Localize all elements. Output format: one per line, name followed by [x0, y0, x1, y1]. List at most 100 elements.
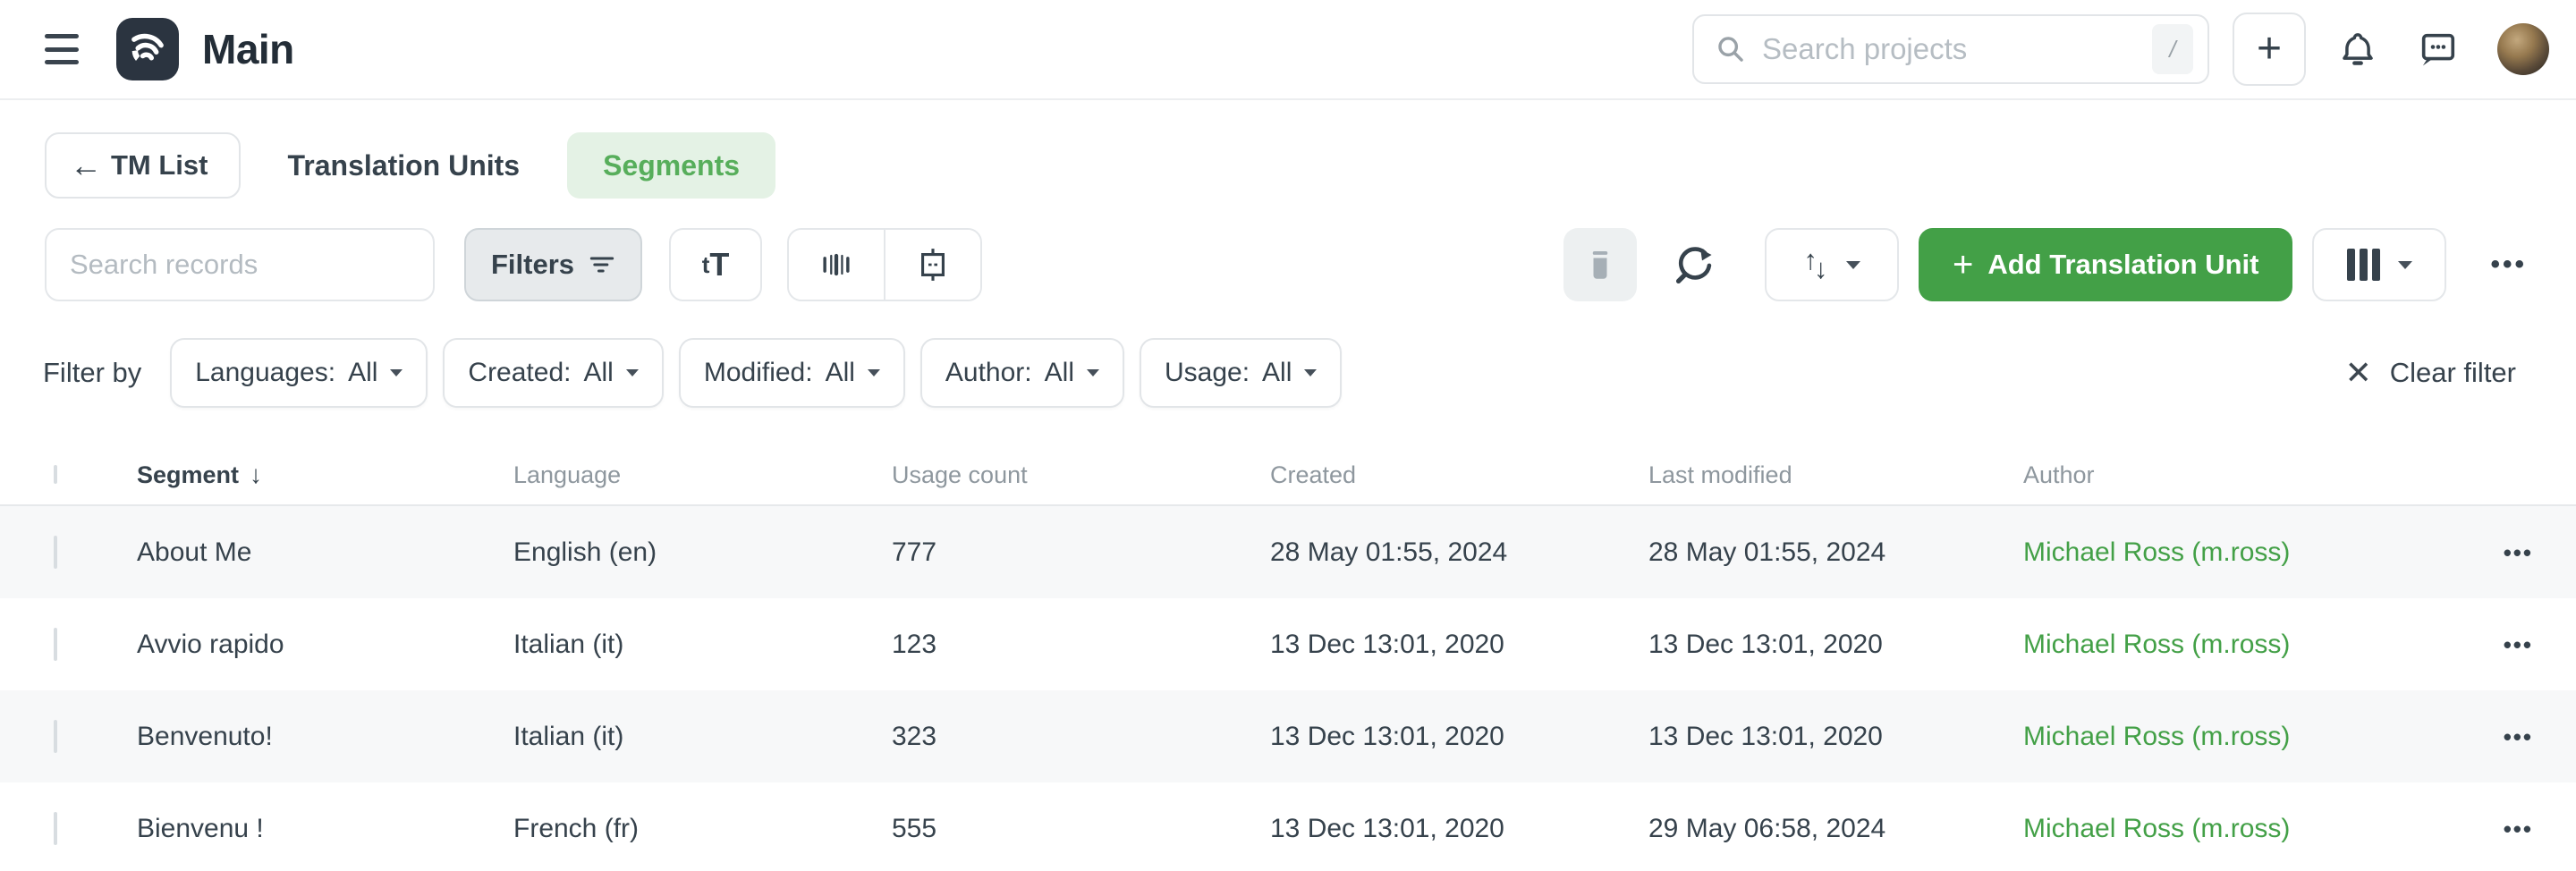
cell-usage-count: 777 — [892, 537, 1270, 568]
row-more-button[interactable]: ••• — [2504, 723, 2533, 751]
filter-author[interactable]: Author: All — [920, 338, 1124, 408]
cell-author-link[interactable]: Michael Ross (m.ross) — [2023, 630, 2496, 660]
barcode-view-button[interactable] — [789, 230, 884, 300]
sort-arrows-icon: ↑↓ — [1804, 249, 1828, 281]
filter-modified[interactable]: Modified: All — [679, 338, 905, 408]
user-avatar[interactable] — [2497, 23, 2549, 75]
column-header-author[interactable]: Author — [2023, 461, 2496, 489]
frame-view-button[interactable] — [886, 230, 980, 300]
cell-usage-count: 323 — [892, 722, 1270, 752]
selection-frame-icon — [915, 247, 951, 283]
column-header-last-modified[interactable]: Last modified — [1648, 461, 2023, 489]
segments-table: Segment ↓ Language Usage count Created L… — [0, 445, 2576, 871]
cell-author-link[interactable]: Michael Ross (m.ross) — [2023, 814, 2496, 844]
filter-created[interactable]: Created: All — [443, 338, 663, 408]
cell-last-modified: 29 May 06:58, 2024 — [1648, 814, 2023, 844]
cell-author-link[interactable]: Michael Ross (m.ross) — [2023, 537, 2496, 568]
cell-created: 13 Dec 13:01, 2020 — [1270, 814, 1648, 844]
table-row[interactable]: Avvio rapido Italian (it) 123 13 Dec 13:… — [0, 598, 2576, 690]
row-checkbox[interactable] — [54, 536, 57, 569]
refresh-records-button[interactable] — [1674, 244, 1716, 285]
row-more-button[interactable]: ••• — [2504, 816, 2533, 843]
tab-segments[interactable]: Segments — [567, 132, 775, 199]
row-checkbox[interactable] — [54, 812, 57, 845]
cell-author-link[interactable]: Michael Ross (m.ross) — [2023, 722, 2496, 752]
add-translation-unit-button[interactable]: + Add Translation Unit — [1919, 228, 2292, 301]
feedback-button[interactable] — [2417, 29, 2458, 70]
back-button-label: TM List — [111, 149, 208, 182]
cell-created: 13 Dec 13:01, 2020 — [1270, 722, 1648, 752]
sort-order-button[interactable]: ↑↓ — [1765, 228, 1899, 301]
chevron-down-icon — [2398, 261, 2412, 269]
cell-segment: Benvenuto! — [137, 722, 513, 752]
view-tabs: ← TM List Translation Units Segments — [45, 132, 2576, 199]
filter-created-value: All — [583, 358, 613, 388]
filter-lines-icon — [589, 252, 615, 277]
row-more-button[interactable]: ••• — [2504, 631, 2533, 659]
filters-button[interactable]: Filters — [464, 228, 642, 301]
cell-language: Italian (it) — [513, 630, 892, 660]
chevron-down-icon — [626, 369, 639, 376]
sort-descending-icon: ↓ — [250, 461, 262, 489]
view-mode-group — [787, 228, 982, 301]
table-header-row: Segment ↓ Language Usage count Created L… — [0, 445, 2576, 506]
app-header: Main / + — [0, 0, 2576, 100]
trash-icon — [1584, 247, 1616, 283]
app-logo[interactable] — [116, 18, 179, 80]
column-header-segment[interactable]: Segment ↓ — [137, 461, 513, 489]
cell-language: English (en) — [513, 537, 892, 568]
cell-usage-count: 555 — [892, 814, 1270, 844]
filter-usage[interactable]: Usage: All — [1140, 338, 1342, 408]
create-project-button[interactable]: + — [2233, 13, 2306, 86]
project-search[interactable]: / — [1692, 14, 2209, 84]
column-header-usage-count[interactable]: Usage count — [892, 461, 1270, 489]
toolbar-more-button[interactable]: ••• — [2490, 249, 2527, 280]
filter-languages[interactable]: Languages: All — [170, 338, 428, 408]
back-to-tm-list-button[interactable]: ← TM List — [45, 132, 241, 199]
back-arrow-icon: ← — [70, 147, 102, 184]
clear-filter-label: Clear filter — [2390, 357, 2516, 389]
page-title: Main — [202, 25, 294, 73]
clear-filter-button[interactable]: ✕ Clear filter — [2345, 354, 2516, 392]
table-toolbar: Filters tT — [45, 228, 2527, 301]
cell-language: Italian (it) — [513, 722, 892, 752]
columns-config-button[interactable] — [2312, 228, 2446, 301]
column-header-created[interactable]: Created — [1270, 461, 1648, 489]
filter-languages-value: All — [348, 358, 377, 388]
chevron-down-icon — [1087, 369, 1099, 376]
row-more-button[interactable]: ••• — [2504, 539, 2533, 567]
text-size-big-glyph: T — [709, 246, 729, 283]
hamburger-menu-icon[interactable] — [45, 34, 84, 64]
cell-last-modified: 13 Dec 13:01, 2020 — [1648, 630, 2023, 660]
table-row[interactable]: Bienvenu ! French (fr) 555 13 Dec 13:01,… — [0, 782, 2576, 871]
shell-logo-icon — [124, 26, 171, 72]
text-size-button[interactable]: tT — [669, 228, 762, 301]
tab-translation-units[interactable]: Translation Units — [288, 149, 521, 182]
filter-modified-label: Modified: — [704, 358, 813, 388]
filter-by-label: Filter by — [43, 357, 141, 389]
records-search[interactable] — [45, 228, 435, 301]
slash-shortcut-badge: / — [2152, 24, 2193, 74]
cell-segment: About Me — [137, 537, 513, 568]
select-all-checkbox[interactable] — [54, 465, 57, 484]
row-checkbox[interactable] — [54, 628, 57, 661]
filter-usage-value: All — [1262, 358, 1292, 388]
row-checkbox[interactable] — [54, 720, 57, 753]
cell-created: 13 Dec 13:01, 2020 — [1270, 630, 1648, 660]
cell-language: French (fr) — [513, 814, 892, 844]
filter-modified-value: All — [826, 358, 855, 388]
filter-author-value: All — [1045, 358, 1074, 388]
column-header-language[interactable]: Language — [513, 461, 892, 489]
barcode-icon — [818, 249, 854, 281]
text-size-small-glyph: t — [702, 251, 710, 279]
chevron-down-icon — [390, 369, 402, 376]
notifications-button[interactable] — [2338, 29, 2377, 70]
chevron-down-icon — [868, 369, 880, 376]
table-row[interactable]: Benvenuto! Italian (it) 323 13 Dec 13:01… — [0, 690, 2576, 782]
records-search-input[interactable] — [70, 249, 410, 281]
cell-created: 28 May 01:55, 2024 — [1270, 537, 1648, 568]
table-row[interactable]: About Me English (en) 777 28 May 01:55, … — [0, 506, 2576, 598]
filter-languages-label: Languages: — [195, 358, 335, 388]
delete-selected-button[interactable] — [1563, 228, 1637, 301]
project-search-input[interactable] — [1762, 32, 2152, 66]
